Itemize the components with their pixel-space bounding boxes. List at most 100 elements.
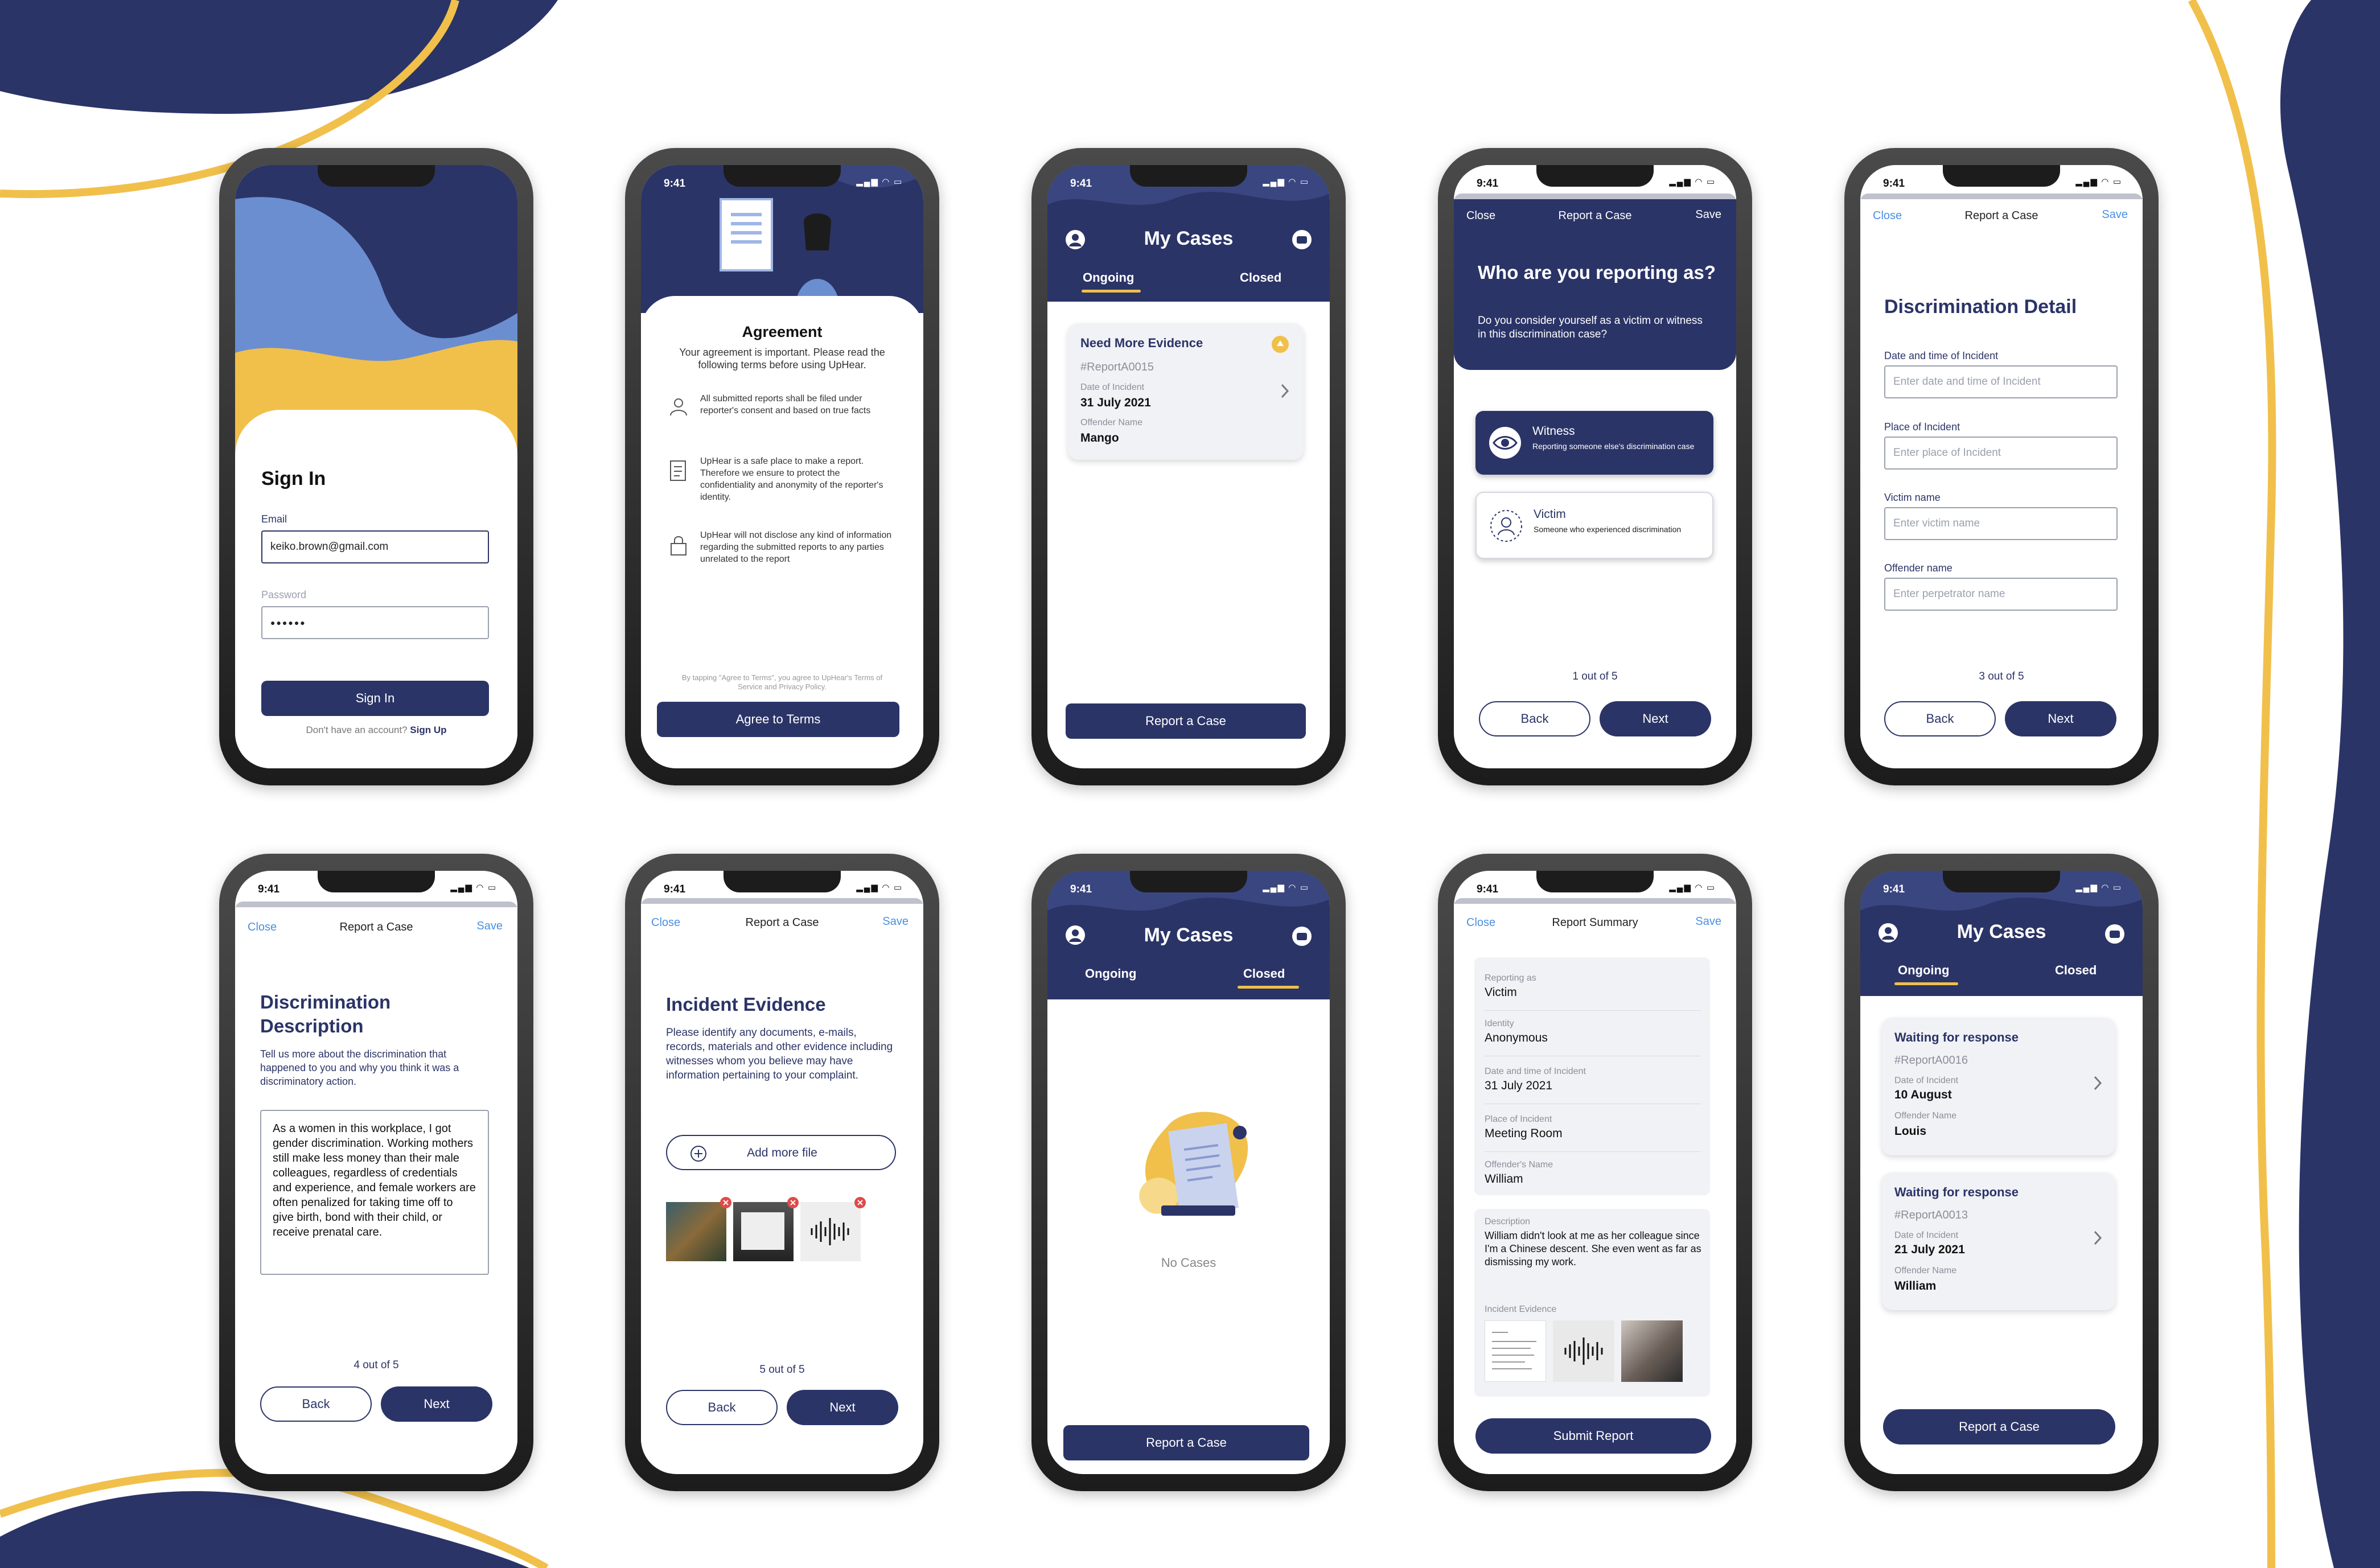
- evidence-thumb-audio[interactable]: [800, 1202, 861, 1261]
- back-button[interactable]: Back: [666, 1390, 778, 1425]
- page-title: My Cases: [1144, 228, 1234, 249]
- case-card[interactable]: Need More Evidence #ReportA0015 Date of …: [1068, 323, 1304, 460]
- status-time: 9:41: [664, 883, 686, 895]
- agree-to-terms-button[interactable]: Agree to Terms: [657, 702, 899, 737]
- tab-ongoing[interactable]: Ongoing: [1083, 270, 1134, 285]
- evidence-thumb-screenshot[interactable]: [733, 1202, 794, 1261]
- tab-ongoing[interactable]: Ongoing: [1898, 963, 1949, 978]
- row-value: William: [1485, 1172, 1523, 1186]
- date-label: Date of Incident: [1894, 1076, 1959, 1085]
- status-icons: ▂▄▆ ◠ ▭: [2075, 177, 2122, 187]
- notch: [724, 165, 841, 187]
- notch: [318, 871, 435, 892]
- screen-agreement: 9:41 ▂▄▆ ◠ ▭ Agreement Your agreement is …: [641, 165, 923, 768]
- notch: [1536, 165, 1654, 187]
- phone-report-step4: 9:41 ▂▄▆ ◠ ▭ Close Report a Case Save Dis…: [219, 854, 533, 1491]
- header-title: Report a Case: [1558, 209, 1632, 222]
- summary-description-card: Description William didn't look at me as…: [1474, 1209, 1710, 1397]
- offender-input[interactable]: Enter perpetrator name: [1884, 578, 2118, 611]
- option-witness[interactable]: Witness Reporting someone else's discrim…: [1475, 411, 1713, 475]
- screen-sign-in: Sign In Email keiko.brown@gmail.com Pass…: [235, 165, 517, 768]
- tab-active-indicator: [1894, 982, 1958, 985]
- sign-up-text: Don't have an account?: [306, 725, 408, 735]
- tab-closed[interactable]: Closed: [1240, 270, 1281, 285]
- evidence-thumb-audio[interactable]: [1553, 1320, 1614, 1382]
- tab-closed[interactable]: Closed: [2055, 963, 2097, 978]
- phone-sign-in: Sign In Email keiko.brown@gmail.com Pass…: [219, 148, 533, 785]
- option-desc: Reporting someone else's discrimination …: [1532, 442, 1695, 451]
- sign-in-button[interactable]: Sign In: [261, 681, 489, 716]
- email-field[interactable]: keiko.brown@gmail.com: [261, 530, 489, 563]
- agreement-item-text: All submitted reports shall be filed und…: [700, 394, 871, 415]
- notch: [318, 165, 435, 187]
- submit-report-button[interactable]: Submit Report: [1475, 1418, 1711, 1454]
- add-file-label: Add more file: [747, 1146, 817, 1159]
- step-title: Discrimination Detail: [1884, 296, 2077, 318]
- header-title: Report a Case: [339, 921, 413, 933]
- date-input[interactable]: Enter date and time of Incident: [1884, 365, 2118, 398]
- sign-up-link[interactable]: Sign Up: [410, 725, 446, 735]
- next-button[interactable]: Next: [381, 1386, 492, 1422]
- step-progress: 3 out of 5: [1979, 670, 2024, 682]
- date-label: Date of Incident: [1894, 1230, 1959, 1240]
- back-button[interactable]: Back: [260, 1386, 372, 1422]
- chevron-right-icon[interactable]: [2093, 1075, 2103, 1092]
- row-value: Meeting Room: [1485, 1127, 1563, 1140]
- remove-icon[interactable]: [854, 1196, 866, 1209]
- report-case-button[interactable]: Report a Case: [1883, 1409, 2115, 1444]
- row-label: Offender's Name: [1485, 1160, 1553, 1170]
- tab-closed[interactable]: Closed: [1243, 966, 1285, 981]
- status-icons: ▂▄▆ ◠ ▭: [1263, 177, 1309, 187]
- report-case-button[interactable]: Report a Case: [1066, 703, 1306, 739]
- chevron-right-icon[interactable]: [1280, 382, 1290, 400]
- place-label: Place of Incident: [1884, 421, 1960, 433]
- evidence-thumb-photo[interactable]: [1621, 1320, 1683, 1382]
- offender-label: Offender Name: [1894, 1111, 1957, 1121]
- save-button[interactable]: Save: [476, 920, 503, 933]
- evidence-thumb-document[interactable]: [1485, 1320, 1546, 1382]
- empty-state-illustration: [1139, 1112, 1248, 1216]
- step-title: Incident Evidence: [666, 994, 826, 1015]
- inbox-icon[interactable]: [1291, 925, 1313, 947]
- next-button[interactable]: Next: [2005, 701, 2116, 736]
- place-input[interactable]: Enter place of Incident: [1884, 437, 2118, 470]
- sign-up-prompt: Don't have an account? Sign Up: [235, 724, 517, 736]
- back-button[interactable]: Back: [1884, 701, 1996, 736]
- victim-input[interactable]: Enter victim name: [1884, 507, 2118, 540]
- case-status: Waiting for response: [1894, 1185, 2019, 1199]
- report-case-button[interactable]: Report a Case: [1063, 1425, 1309, 1460]
- evidence-thumb-photo[interactable]: [666, 1202, 726, 1261]
- option-victim[interactable]: Victim Someone who experienced discrimin…: [1475, 492, 1713, 559]
- status-icons: ▂▄▆ ◠ ▭: [1263, 883, 1309, 892]
- chevron-right-icon[interactable]: [2093, 1229, 2103, 1246]
- tab-active-indicator: [1238, 986, 1299, 989]
- status-time: 9:41: [664, 178, 686, 190]
- back-button[interactable]: Back: [1479, 701, 1590, 736]
- case-status: Need More Evidence: [1080, 336, 1203, 350]
- status-time: 9:41: [1070, 883, 1092, 895]
- tab-ongoing[interactable]: Ongoing: [1085, 966, 1136, 981]
- status-time: 9:41: [1883, 883, 1905, 895]
- next-button[interactable]: Next: [787, 1390, 898, 1425]
- step1-header: [1454, 199, 1736, 370]
- remove-icon[interactable]: [787, 1196, 799, 1209]
- empty-state-text: No Cases: [1161, 1256, 1216, 1270]
- password-field[interactable]: ●●●●●●: [261, 606, 489, 639]
- case-card[interactable]: Waiting for response #ReportA0013 Date o…: [1882, 1172, 2115, 1310]
- add-file-button[interactable]: Add more file: [666, 1135, 896, 1170]
- inbox-icon[interactable]: [1291, 229, 1313, 250]
- remove-icon[interactable]: [720, 1196, 732, 1209]
- save-button[interactable]: Save: [882, 915, 909, 928]
- save-button[interactable]: Save: [2102, 208, 2128, 221]
- description-textarea[interactable]: As a women in this workplace, I got gend…: [260, 1110, 489, 1275]
- phone-my-cases-ongoing: 9:41 ▂▄▆ ◠ ▭ My Cases Ongoing Closed Need…: [1031, 148, 1346, 785]
- save-button[interactable]: Save: [1695, 915, 1721, 928]
- agreement-title: Agreement: [742, 323, 823, 340]
- case-card[interactable]: Waiting for response #ReportA0016 Date o…: [1882, 1018, 2115, 1155]
- offender-name: Mango: [1080, 431, 1119, 445]
- document-icon: [1492, 1332, 1536, 1369]
- inbox-icon[interactable]: [2104, 923, 2126, 945]
- step-title: Discrimination Description: [260, 991, 391, 1036]
- next-button[interactable]: Next: [1600, 701, 1711, 736]
- save-button[interactable]: Save: [1695, 208, 1721, 221]
